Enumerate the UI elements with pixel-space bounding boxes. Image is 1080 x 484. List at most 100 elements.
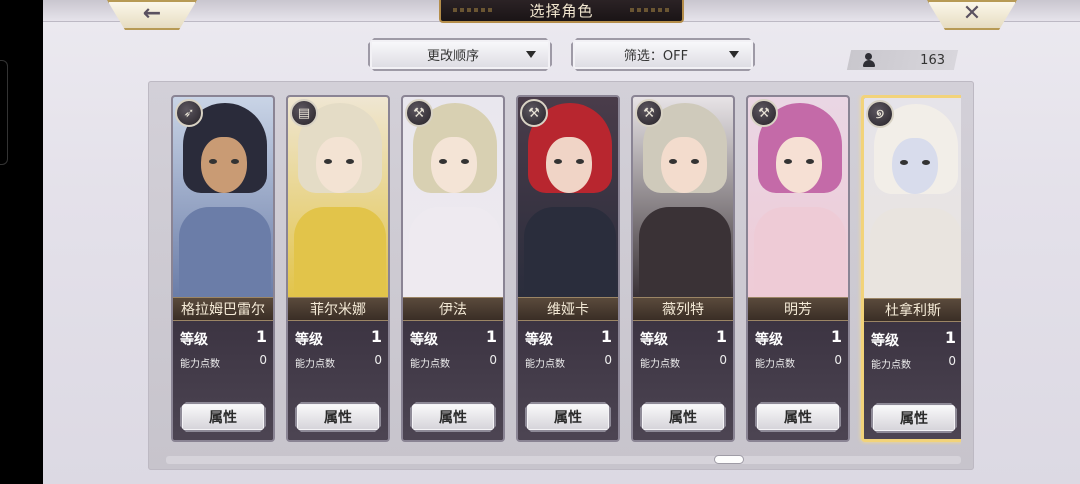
level-value: 1 xyxy=(830,327,842,346)
character-card[interactable]: ⚒ 薇列特 等级 1 能力点数 0 属性 xyxy=(631,95,735,442)
character-portrait xyxy=(748,97,848,297)
character-name-bar: 薇列特 xyxy=(633,297,733,321)
attributes-button[interactable]: 属性 xyxy=(295,402,381,432)
ability-points-label: 能力点数 xyxy=(640,359,680,370)
character-count-value: 163 xyxy=(920,52,945,68)
character-stats: 等级 1 能力点数 0 属性 xyxy=(173,321,273,440)
bezel-notch xyxy=(0,60,8,165)
filter-label: 筛选：OFF xyxy=(623,49,689,64)
character-name-bar: 格拉姆巴雷尔 xyxy=(173,297,273,321)
level-label: 等级 xyxy=(755,332,783,348)
ability-points-value: 0 xyxy=(604,353,612,367)
ability-points-label: 能力点数 xyxy=(755,359,795,370)
character-card[interactable]: ୭ 杜拿利斯 等级 1 能力点数 0 属性 xyxy=(861,95,961,442)
level-label: 等级 xyxy=(410,332,438,348)
character-card[interactable]: ▤ 菲尔米娜 等级 1 能力点数 0 属性 xyxy=(286,95,390,442)
character-name-bar: 杜拿利斯 xyxy=(864,298,961,322)
hammer-icon: ⚒ xyxy=(520,99,548,127)
character-card-list[interactable]: ➶ 格拉姆巴雷尔 等级 1 能力点数 0 属性 ▤ 菲尔米娜 等级 1 能力点数… xyxy=(171,95,961,445)
character-card[interactable]: ➶ 格拉姆巴雷尔 等级 1 能力点数 0 属性 xyxy=(171,95,275,442)
character-portrait xyxy=(173,97,273,297)
character-name: 薇列特 xyxy=(662,302,704,318)
ability-points-label: 能力点数 xyxy=(871,360,911,371)
spellbook-icon: ▤ xyxy=(290,99,318,127)
close-icon: ✕ xyxy=(962,1,982,26)
filter-dropdown[interactable]: 筛选：OFF xyxy=(571,38,755,71)
character-name: 伊法 xyxy=(439,302,467,318)
character-name-bar: 伊法 xyxy=(403,297,503,321)
level-value: 1 xyxy=(944,328,956,347)
character-portrait xyxy=(518,97,618,297)
ability-points-value: 0 xyxy=(834,353,842,367)
level-value: 1 xyxy=(715,327,727,346)
character-name-bar: 菲尔米娜 xyxy=(288,297,388,321)
ability-points-value: 0 xyxy=(719,353,727,367)
attributes-button[interactable]: 属性 xyxy=(755,402,841,432)
hammer-icon: ⚒ xyxy=(635,99,663,127)
title-banner: 选择角色 xyxy=(439,0,684,23)
ability-points-label: 能力点数 xyxy=(410,359,450,370)
attributes-button[interactable]: 属性 xyxy=(525,402,611,432)
level-value: 1 xyxy=(600,327,612,346)
character-name-bar: 维娅卡 xyxy=(518,297,618,321)
ability-points-value: 0 xyxy=(489,353,497,367)
sort-order-dropdown[interactable]: 更改顺序 xyxy=(368,38,552,71)
character-portrait xyxy=(864,98,961,298)
chevron-down-icon xyxy=(526,51,536,58)
character-name: 格拉姆巴雷尔 xyxy=(181,302,265,318)
level-label: 等级 xyxy=(871,333,899,349)
character-name: 维娅卡 xyxy=(547,302,589,318)
character-name: 明芳 xyxy=(784,302,812,318)
ability-points-label: 能力点数 xyxy=(180,359,220,370)
level-value: 1 xyxy=(485,327,497,346)
character-stats: 等级 1 能力点数 0 属性 xyxy=(403,321,503,440)
banner-ornament-left xyxy=(453,8,493,12)
spiral-icon: ୭ xyxy=(866,100,894,128)
back-button[interactable]: ← xyxy=(107,0,197,30)
chevron-down-icon xyxy=(729,51,739,58)
attributes-button[interactable]: 属性 xyxy=(180,402,266,432)
character-portrait xyxy=(633,97,733,297)
character-card[interactable]: ⚒ 维娅卡 等级 1 能力点数 0 属性 xyxy=(516,95,620,442)
character-stats: 等级 1 能力点数 0 属性 xyxy=(748,321,848,440)
device-bezel xyxy=(0,0,43,484)
ability-points-label: 能力点数 xyxy=(295,359,335,370)
character-name: 杜拿利斯 xyxy=(885,303,941,319)
hammer-icon: ⚒ xyxy=(405,99,433,127)
game-screen: ← 选择角色 ✕ 更改顺序 筛选：OFF 163 ➶ 格拉姆巴雷尔 等级 1 能… xyxy=(43,0,1080,484)
ability-points-label: 能力点数 xyxy=(525,359,565,370)
character-name-bar: 明芳 xyxy=(748,297,848,321)
level-label: 等级 xyxy=(525,332,553,348)
character-card[interactable]: ⚒ 伊法 等级 1 能力点数 0 属性 xyxy=(401,95,505,442)
person-icon xyxy=(862,53,876,67)
page-title: 选择角色 xyxy=(529,2,594,20)
level-label: 等级 xyxy=(295,332,323,348)
character-stats: 等级 1 能力点数 0 属性 xyxy=(288,321,388,440)
attributes-button[interactable]: 属性 xyxy=(640,402,726,432)
character-count: 163 xyxy=(853,50,953,70)
character-stats: 等级 1 能力点数 0 属性 xyxy=(864,322,961,439)
hammer-icon: ⚒ xyxy=(750,99,778,127)
attributes-button[interactable]: 属性 xyxy=(871,403,957,433)
close-button[interactable]: ✕ xyxy=(927,0,1017,30)
attributes-button[interactable]: 属性 xyxy=(410,402,496,432)
horizontal-scrollbar[interactable] xyxy=(166,456,961,464)
sort-order-label: 更改顺序 xyxy=(426,49,479,64)
banner-ornament-right xyxy=(630,8,670,12)
arrow-icon: ➶ xyxy=(175,99,203,127)
level-value: 1 xyxy=(370,327,382,346)
scrollbar-thumb[interactable] xyxy=(714,455,744,464)
ability-points-value: 0 xyxy=(374,353,382,367)
character-name: 菲尔米娜 xyxy=(310,302,366,318)
character-portrait xyxy=(288,97,388,297)
character-portrait xyxy=(403,97,503,297)
back-arrow-icon: ← xyxy=(142,1,162,26)
ability-points-value: 0 xyxy=(948,354,956,368)
level-value: 1 xyxy=(255,327,267,346)
character-stats: 等级 1 能力点数 0 属性 xyxy=(633,321,733,440)
character-card[interactable]: ⚒ 明芳 等级 1 能力点数 0 属性 xyxy=(746,95,850,442)
level-label: 等级 xyxy=(640,332,668,348)
character-stats: 等级 1 能力点数 0 属性 xyxy=(518,321,618,440)
level-label: 等级 xyxy=(180,332,208,348)
ability-points-value: 0 xyxy=(259,353,267,367)
